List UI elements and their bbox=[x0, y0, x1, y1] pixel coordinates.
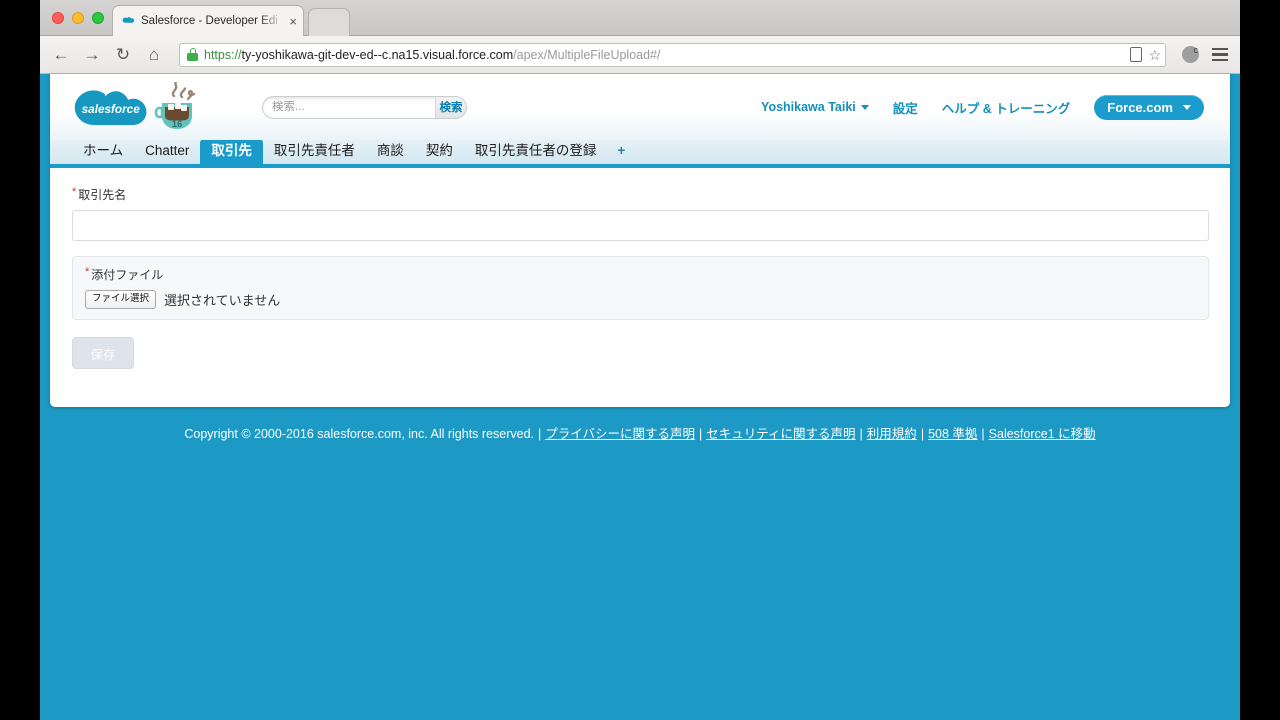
account-avatar-icon[interactable] bbox=[1182, 45, 1199, 63]
lock-icon bbox=[187, 48, 198, 61]
section-508-compliance-link[interactable]: 508 準拠 bbox=[928, 427, 977, 441]
omnibox-icons: ☆ bbox=[1124, 47, 1161, 62]
user-menu-label: Yoshikawa Taiki bbox=[761, 100, 856, 114]
salesforce-cloud-icon bbox=[122, 16, 135, 23]
attachment-panel: * 添付ファイル ファイル選択 選択されていません bbox=[72, 256, 1209, 320]
footer-separator: | bbox=[538, 427, 542, 441]
app-switcher-label: Force.com bbox=[1107, 99, 1173, 115]
app-content-card: salesforce 16 検索... 検索 Yoshikawa Taiki 設… bbox=[50, 74, 1230, 407]
attachment-label-text: 添付ファイル bbox=[91, 268, 164, 282]
upload-form: * 取引先名 * 添付ファイル ファイル選択 選択されていません 保存 bbox=[50, 168, 1230, 369]
required-indicator: * bbox=[72, 186, 77, 198]
file-selection-status: 選択されていません bbox=[164, 293, 281, 308]
footer-separator: | bbox=[859, 427, 863, 441]
tab-contact-registration[interactable]: 取引先責任者の登録 bbox=[464, 139, 608, 164]
home-button[interactable]: ⌂ bbox=[145, 46, 163, 63]
new-tab-button[interactable] bbox=[308, 8, 350, 36]
salesforce-logo[interactable]: salesforce bbox=[72, 81, 148, 134]
close-window-button[interactable] bbox=[52, 12, 64, 24]
hamburger-menu-icon[interactable] bbox=[1212, 47, 1228, 62]
file-input-row: ファイル選択 選択されていません bbox=[85, 290, 1196, 309]
attachment-label: * 添付ファイル bbox=[85, 266, 1196, 283]
app-tab-bar: ホーム Chatter 取引先 取引先責任者 商談 契約 取引先責任者の登録 + bbox=[50, 139, 1230, 168]
address-bar[interactable]: https://ty-yoshikawa-git-dev-ed--c.na15.… bbox=[179, 42, 1166, 67]
search-input[interactable] bbox=[263, 101, 435, 113]
window-traffic-lights bbox=[52, 12, 104, 24]
account-name-input[interactable] bbox=[72, 210, 1209, 241]
save-button[interactable]: 保存 bbox=[72, 337, 134, 369]
tab-contracts[interactable]: 契約 bbox=[415, 139, 464, 164]
global-search[interactable]: 検索 bbox=[262, 95, 467, 119]
url-scheme: https:// bbox=[204, 47, 242, 62]
terms-of-use-link[interactable]: 利用規約 bbox=[867, 427, 917, 441]
url-path: /apex/MultipleFileUpload#/ bbox=[513, 47, 661, 62]
browser-tab-strip: Salesforce - Developer Edi × bbox=[40, 0, 1240, 36]
account-name-label: * 取引先名 bbox=[72, 186, 1208, 203]
footer-separator: | bbox=[981, 427, 985, 441]
tab-home[interactable]: ホーム bbox=[72, 139, 134, 164]
chevron-down-icon bbox=[1183, 104, 1191, 110]
winter-release-mug-icon: 16 bbox=[154, 82, 196, 130]
browser-toolbar: ← → ↻ ⌂ https://ty-yoshikawa-git-dev-ed-… bbox=[40, 36, 1240, 74]
browser-window: Salesforce - Developer Edi × ← → ↻ ⌂ htt… bbox=[40, 0, 1240, 720]
browser-tab-title: Salesforce - Developer Edi bbox=[141, 15, 278, 27]
required-indicator: * bbox=[85, 266, 90, 278]
tab-contacts[interactable]: 取引先責任者 bbox=[263, 139, 366, 164]
security-statement-link[interactable]: セキュリティに関する声明 bbox=[706, 427, 855, 441]
tab-opportunities[interactable]: 商談 bbox=[366, 139, 415, 164]
screen: Salesforce - Developer Edi × ← → ↻ ⌂ htt… bbox=[0, 0, 1280, 720]
footer-separator: | bbox=[920, 427, 925, 441]
add-tab-button[interactable]: + bbox=[607, 139, 635, 164]
tab-chatter[interactable]: Chatter bbox=[134, 139, 200, 164]
setup-link[interactable]: 設定 bbox=[893, 98, 918, 117]
maximize-window-button[interactable] bbox=[92, 12, 104, 24]
star-icon[interactable]: ☆ bbox=[1148, 48, 1161, 62]
search-button[interactable]: 検索 bbox=[435, 96, 466, 118]
release-badge-number: 16 bbox=[172, 119, 183, 130]
reload-button[interactable]: ↻ bbox=[114, 46, 132, 63]
svg-text:salesforce: salesforce bbox=[82, 103, 141, 116]
tab-accounts[interactable]: 取引先 bbox=[200, 139, 263, 164]
privacy-statement-link[interactable]: プライバシーに関する声明 bbox=[545, 427, 695, 441]
help-and-training-link[interactable]: ヘルプ & トレーニング bbox=[942, 98, 1070, 117]
go-to-salesforce1-link[interactable]: Salesforce1 に移動 bbox=[989, 427, 1096, 441]
mobile-view-icon[interactable] bbox=[1130, 47, 1143, 62]
footer-separator: | bbox=[699, 427, 703, 441]
account-name-label-text: 取引先名 bbox=[78, 188, 127, 202]
app-switcher-button[interactable]: Force.com bbox=[1094, 94, 1204, 120]
forward-button[interactable]: → bbox=[83, 46, 101, 63]
minimize-window-button[interactable] bbox=[72, 12, 84, 24]
back-button[interactable]: ← bbox=[52, 46, 70, 63]
chevron-down-icon bbox=[860, 105, 869, 111]
close-tab-button[interactable]: × bbox=[289, 15, 297, 28]
choose-file-button[interactable]: ファイル選択 bbox=[85, 290, 157, 309]
header-links: Yoshikawa Taiki 設定 ヘルプ & トレーニング Force.co… bbox=[761, 94, 1208, 120]
salesforce-header: salesforce 16 検索... 検索 Yoshikawa Taiki 設… bbox=[50, 74, 1230, 140]
browser-tab[interactable]: Salesforce - Developer Edi × bbox=[112, 5, 304, 36]
user-menu[interactable]: Yoshikawa Taiki bbox=[761, 100, 869, 114]
address-bar-url: https://ty-yoshikawa-git-dev-ed--c.na15.… bbox=[204, 48, 1124, 62]
copyright-text: Copyright © 2000-2016 salesforce.com, in… bbox=[184, 427, 535, 441]
url-host: ty-yoshikawa-git-dev-ed--c.na15.visual.f… bbox=[241, 47, 514, 62]
page-footer: Copyright © 2000-2016 salesforce.com, in… bbox=[40, 407, 1240, 442]
